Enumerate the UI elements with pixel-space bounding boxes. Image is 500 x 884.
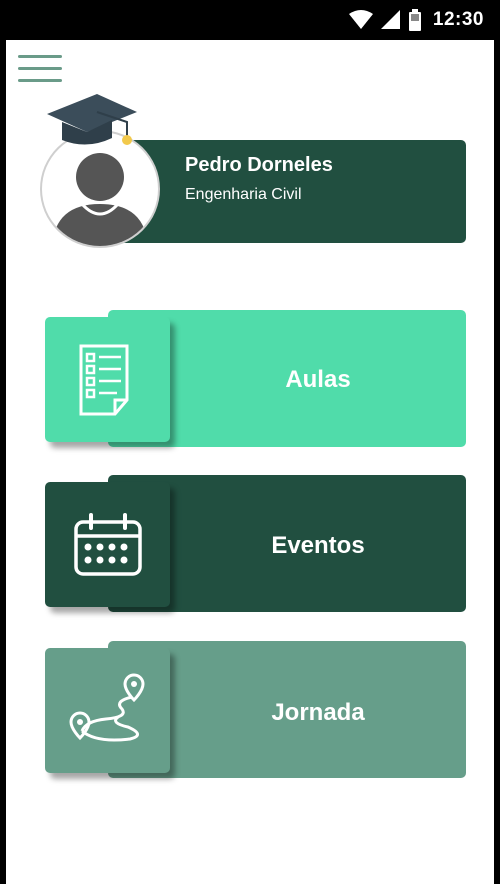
jornada-label: Jornada — [271, 699, 365, 726]
screen-frame-right — [494, 0, 500, 884]
graduation-cap-icon — [47, 94, 137, 145]
status-bar: 12:30 — [6, 0, 494, 40]
profile-course: Engenharia Civil — [185, 186, 302, 203]
route-map-icon — [68, 672, 145, 741]
aulas-label: Aulas — [285, 366, 351, 393]
checklist-document-icon — [79, 344, 128, 415]
hamburger-menu-icon[interactable] — [18, 55, 62, 85]
battery-icon — [408, 9, 421, 31]
wifi-icon — [348, 10, 373, 30]
eventos-icon-box — [45, 482, 170, 607]
jornada-icon-box — [45, 648, 170, 773]
profile-name: Pedro Dorneles — [185, 154, 333, 176]
aulas-icon-box — [45, 317, 170, 442]
status-time: 12:30 — [432, 9, 484, 30]
eventos-label: Eventos — [271, 532, 365, 559]
calendar-icon — [73, 512, 142, 576]
signal-icon — [380, 10, 401, 30]
screen-frame-left — [0, 0, 6, 884]
